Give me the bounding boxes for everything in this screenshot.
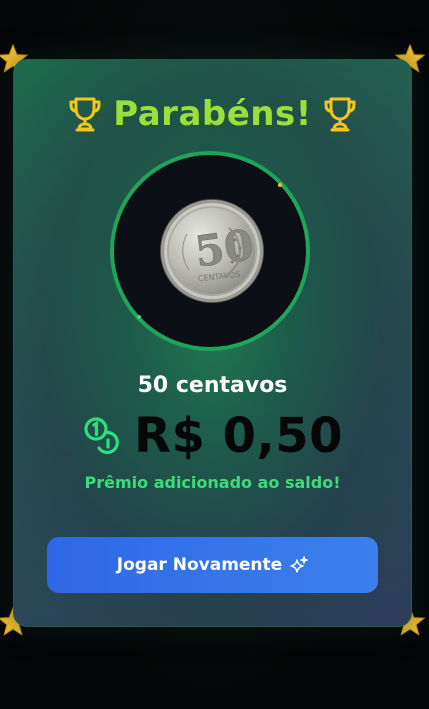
sparkles-icon bbox=[290, 556, 308, 573]
play-again-button[interactable]: Jogar Novamente bbox=[47, 537, 378, 593]
coin-image: 50 CENTAVOS bbox=[161, 200, 263, 302]
sparkle-dot bbox=[278, 183, 282, 187]
trophy-icon bbox=[324, 97, 356, 132]
coins-icon bbox=[84, 417, 119, 455]
sparkle-dot bbox=[137, 315, 141, 319]
play-again-label: Jogar Novamente bbox=[116, 555, 283, 575]
prize-modal: Parabéns! 50 CENTAVOS 50 centavos R$ 0,5… bbox=[13, 59, 412, 627]
svg-text:50: 50 bbox=[192, 220, 257, 277]
amount-row: R$ 0,50 bbox=[14, 406, 411, 466]
coin-display: 50 CENTAVOS bbox=[110, 151, 310, 351]
prize-amount: R$ 0,50 bbox=[134, 408, 343, 464]
modal-title: Parabéns! bbox=[14, 92, 411, 136]
coin-name: 50 centavos bbox=[137, 373, 288, 398]
result-screen: Parabéns! 50 CENTAVOS 50 centavos R$ 0,5… bbox=[0, 0, 429, 709]
prize-message: Prêmio adicionado ao saldo! bbox=[84, 473, 341, 492]
title-text: Parabéns! bbox=[113, 94, 312, 134]
trophy-icon bbox=[69, 97, 101, 132]
